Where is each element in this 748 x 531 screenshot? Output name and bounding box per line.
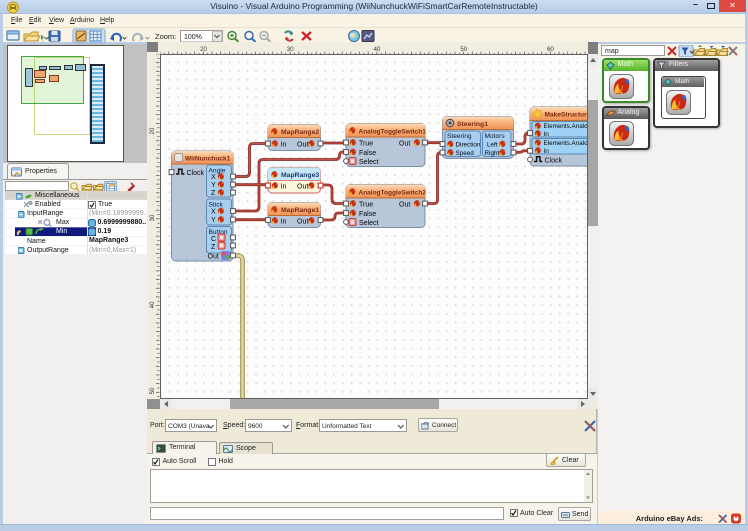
svg-text:True: True — [359, 141, 373, 148]
svg-text:In: In — [544, 131, 550, 138]
svg-text:40: 40 — [374, 47, 381, 53]
svg-text:Out: Out — [208, 254, 219, 261]
svg-text:MapRange1: MapRange1 — [281, 207, 319, 214]
svg-text:40: 40 — [150, 301, 156, 308]
svg-text:MakeStructure1: MakeStructure1 — [545, 112, 588, 119]
svg-text:Steering: Steering — [447, 133, 472, 140]
svg-text:Clock: Clock — [187, 170, 205, 177]
svg-text:True: True — [359, 202, 373, 209]
svg-text:Z: Z — [211, 244, 216, 251]
svg-text:Zoom:: Zoom: — [155, 32, 176, 41]
svg-text:In: In — [544, 148, 550, 155]
svg-text:Elements.Analog1: Elements.Analog1 — [544, 123, 588, 130]
svg-text:False: False — [359, 150, 376, 157]
svg-text:C: C — [211, 236, 216, 243]
svg-text:Steering1: Steering1 — [457, 121, 488, 128]
svg-text:Direction: Direction — [456, 142, 481, 149]
svg-text:60: 60 — [547, 47, 554, 53]
svg-text:Z: Z — [211, 190, 216, 197]
svg-text:Motors: Motors — [485, 133, 506, 140]
svg-text:50: 50 — [150, 387, 156, 394]
svg-text:100%: 100% — [184, 34, 202, 41]
svg-text:X: X — [211, 209, 216, 216]
svg-text:Out: Out — [399, 202, 410, 209]
svg-text:50: 50 — [460, 47, 467, 53]
svg-text:AnalogToggleSwitch1: AnalogToggleSwitch1 — [359, 129, 427, 136]
svg-text:20: 20 — [150, 127, 156, 134]
svg-text:X: X — [211, 174, 216, 181]
svg-text:Clock: Clock — [545, 158, 563, 165]
svg-text:30: 30 — [150, 214, 156, 221]
svg-text:Stick: Stick — [209, 202, 224, 209]
svg-text:Out: Out — [297, 184, 308, 191]
svg-text:Select: Select — [359, 220, 379, 227]
svg-text:AnalogToggleSwitch2: AnalogToggleSwitch2 — [359, 190, 427, 197]
svg-text:Speed: Speed — [456, 150, 475, 157]
svg-text:In: In — [281, 142, 287, 149]
svg-text:Out: Out — [297, 219, 308, 226]
svg-text:In: In — [281, 219, 287, 226]
svg-text:Elements.Analog2: Elements.Analog2 — [544, 140, 588, 147]
svg-text:Out: Out — [297, 142, 308, 149]
svg-text:MapRange3: MapRange3 — [281, 172, 319, 179]
svg-text:Left: Left — [487, 142, 498, 149]
svg-text:Y: Y — [211, 182, 216, 189]
svg-text:30: 30 — [287, 47, 294, 53]
svg-text:Select: Select — [359, 159, 379, 166]
svg-text:20: 20 — [200, 47, 207, 53]
svg-text:MapRange2: MapRange2 — [281, 129, 319, 136]
svg-text:False: False — [359, 211, 376, 218]
svg-text:In: In — [281, 184, 287, 191]
svg-text:WiiNunchuck1: WiiNunchuck1 — [185, 156, 231, 163]
svg-text:Out: Out — [399, 141, 410, 148]
svg-text:Right: Right — [485, 150, 500, 157]
svg-text:Y: Y — [211, 217, 216, 224]
